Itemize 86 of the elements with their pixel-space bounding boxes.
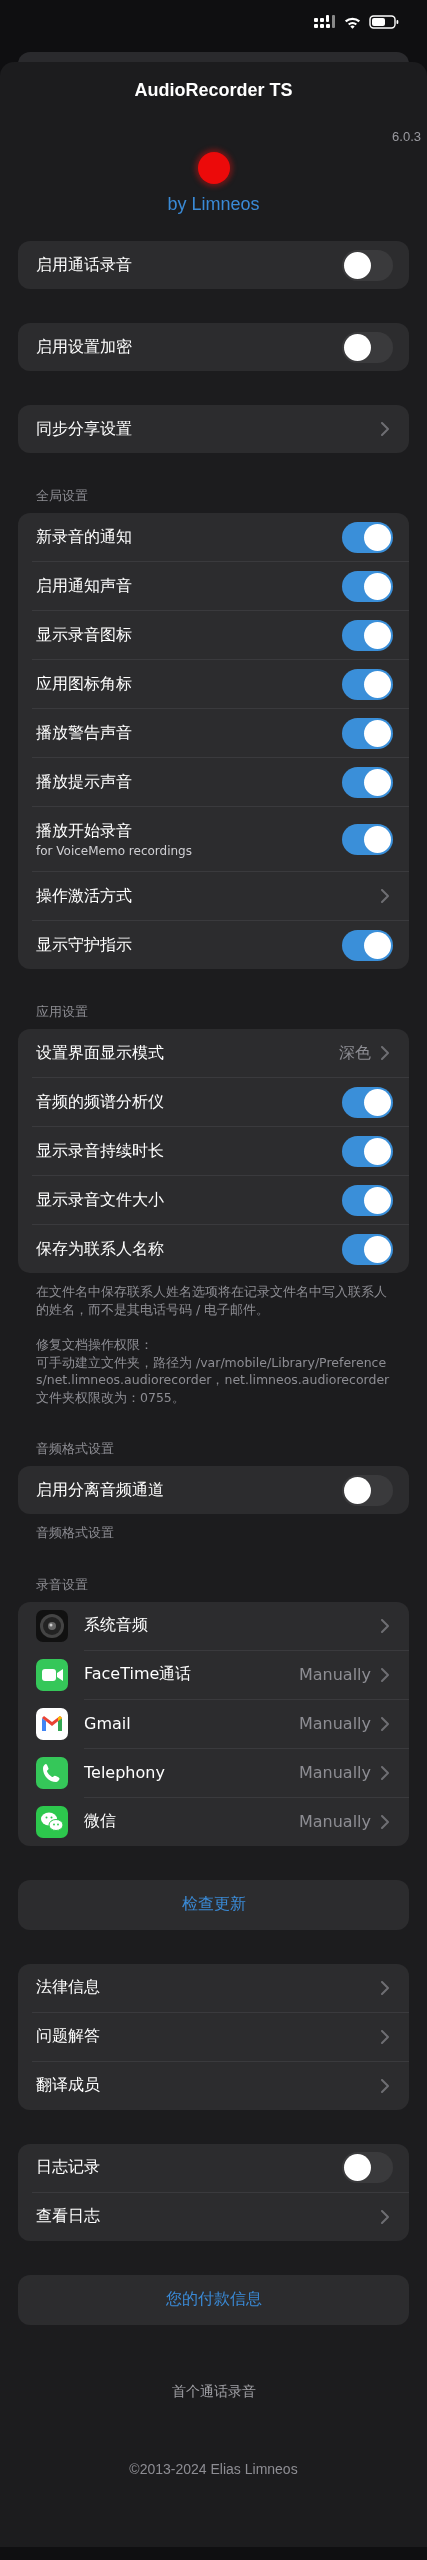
setting-label: 应用图标角标 [36,673,133,695]
setting-label: 显示录音持续时长 [36,1140,165,1162]
setting-label: 播放提示声音 [36,771,133,793]
section-footnote: 音频格式设置 [36,1524,115,1542]
toggle-switch[interactable] [342,929,393,961]
toggle-switch[interactable] [342,331,393,363]
setting-label: 新录音的通知 [36,526,133,548]
version-number: 6.0.3 [392,129,421,144]
toggle-switch[interactable] [342,570,393,602]
setting-label: 启用设置加密 [36,336,133,358]
chevron-icon [381,1980,389,1995]
setting-label: 操作激活方式 [36,885,133,907]
chevron-icon [381,1046,389,1060]
chevron-icon [381,1618,389,1633]
mail-m-icon [36,1707,68,1740]
setting-label: 日志记录 [36,2157,101,2178]
setting-label: 启用通话录音 [36,254,133,276]
setting-label: 启用分离音频通道 [36,1479,165,1501]
setting-label: Telephony [84,1763,166,1782]
setting-value: 深色 [339,1042,371,1064]
toggle-switch[interactable] [342,1474,393,1506]
section-footnote: 可手动建立文件夹，路径为 /var/mobile/Library/Preferences/net.limneos.audiorecorder，net.limneos.audiorecorder 文件夹权限改为：0755。 [36,1353,391,1406]
section-header: 录音设置 [35,1575,89,1594]
wifi-icon [344,15,361,29]
setting-value: Manually [298,1812,371,1831]
setting-label: 问题解答 [36,2026,101,2047]
record-dot-icon [197,152,230,184]
section-header: 应用设置 [35,1003,89,1021]
setting-label: FaceTime通话 [84,1664,193,1685]
chevron-icon [381,1765,389,1780]
setting-label: 显示录音文件大小 [36,1189,165,1211]
section-header: 全局设置 [35,487,89,505]
section-footnote: 修复文档操作权限： [36,1336,154,1354]
toggle-switch[interactable] [342,1135,393,1167]
setting-label: 播放警告声音 [36,722,133,744]
setting-subtitle: for VoiceMemo recordings [36,843,193,858]
setting-value: Manually [298,1714,371,1733]
chevron-icon [381,1667,389,1682]
toggle-switch[interactable] [342,2152,393,2183]
setting-label: 系统音频 [84,1615,149,1636]
toggle-switch[interactable] [342,619,393,651]
chevron-icon [381,2209,389,2224]
section-header: 音频格式设置 [35,1440,115,1458]
setting-value: Manually [298,1763,371,1782]
action-button[interactable]: 检查更新 [18,1879,409,1930]
phone-icon [36,1756,68,1789]
toggle-switch[interactable] [342,766,393,798]
setting-label: Gmail [84,1714,132,1733]
section-footnote: 在文件名中保存联系人姓名选项将在记录文件名中写入联系人的姓名，而不是其电话号码 / 电子邮件。 [36,1283,388,1318]
toggle-switch[interactable] [342,1086,393,1118]
chevron-icon [381,422,389,436]
setting-label: 同步分享设置 [36,418,133,440]
setting-label: 微信 [84,1811,117,1832]
chevron-icon [381,1716,389,1731]
action-button[interactable]: 您的付款信息 [18,2274,409,2325]
toggle-switch[interactable] [342,823,393,855]
chevron-icon [381,1814,389,1829]
chevron-icon [381,889,389,903]
setting-label: 翻译成员 [36,2075,101,2096]
setting-label: 音频的频谱分析仪 [36,1091,165,1113]
chat-bubbles-icon [36,1805,68,1838]
setting-value: Manually [298,1665,371,1684]
setting-label: 法律信息 [36,1977,101,1998]
setting-label: 播放开始录音 [36,820,133,842]
app-title: AudioRecorder TS [133,80,294,101]
video-camera-icon [36,1658,68,1691]
battery-icon [369,15,399,29]
speaker-icon [36,1609,68,1642]
toggle-switch[interactable] [342,249,393,281]
toggle-switch[interactable] [342,1233,393,1265]
toggle-switch[interactable] [342,668,393,700]
copyright-text: ©2013-2024 Elias Limneos [128,2460,299,2477]
setting-label: 设置界面显示模式 [36,1042,165,1064]
toggle-switch[interactable] [342,521,393,553]
author-link[interactable]: by Limneos [0,194,427,215]
setting-label: 查看日志 [36,2206,101,2227]
footer-note: 首个通话录音 [170,2382,257,2401]
setting-label: 启用通知声音 [36,575,133,597]
setting-label: 保存为联系人名称 [36,1238,165,1260]
signal-icon [314,15,336,29]
toggle-switch[interactable] [342,1184,393,1216]
chevron-icon [381,2078,389,2093]
setting-label: 显示录音图标 [36,624,133,646]
chevron-icon [381,2029,389,2044]
setting-label: 显示守护指示 [36,934,133,956]
toggle-switch[interactable] [342,717,393,749]
